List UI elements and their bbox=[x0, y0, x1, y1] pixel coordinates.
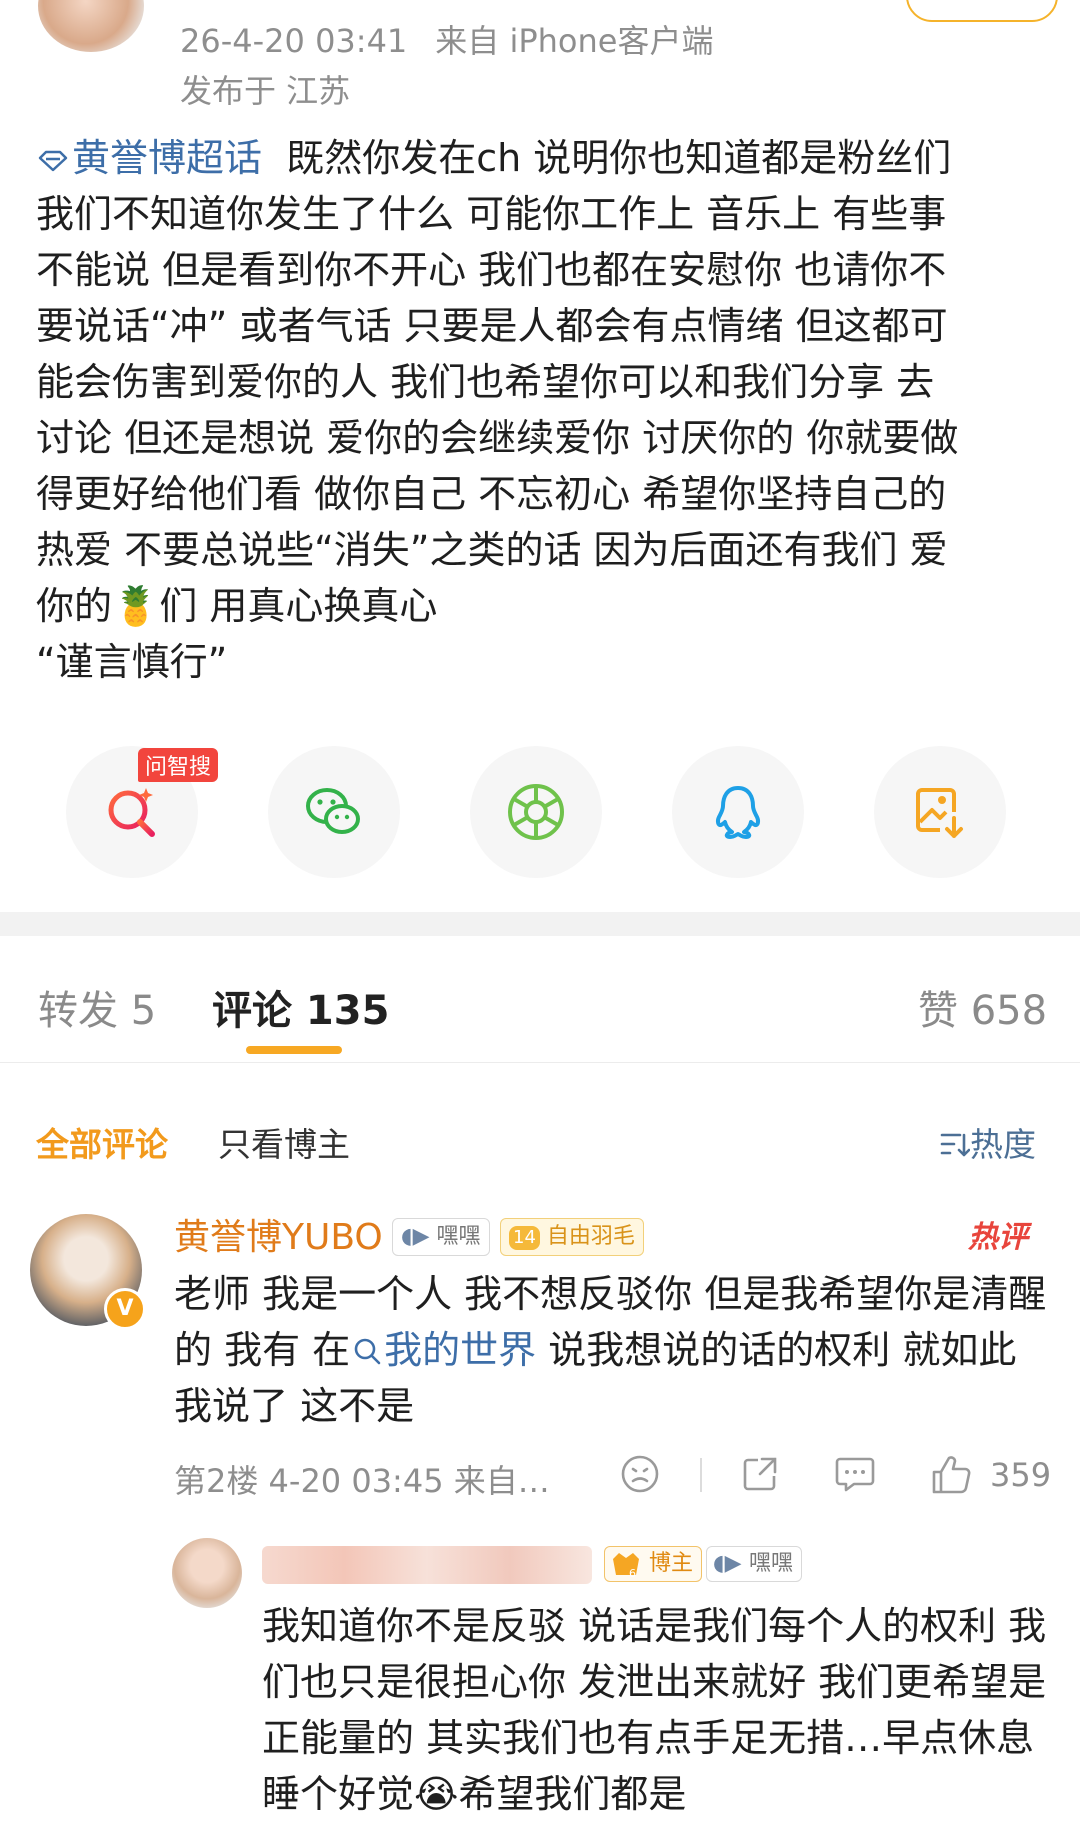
author-badge: 6 博主 bbox=[604, 1546, 703, 1582]
save-image-button[interactable] bbox=[874, 746, 1006, 878]
hot-comment-label: 热评 bbox=[968, 1220, 1028, 1255]
topic-name: 黄誉博超话 bbox=[72, 136, 263, 180]
post-line: 要说话“冲” 或者气话 只要是人都会有点情绪 但这都可 bbox=[36, 304, 948, 348]
replier-name-blurred[interactable] bbox=[262, 1546, 592, 1584]
fish-icon: ◖▶ bbox=[713, 1551, 742, 1576]
post-line: 讨论 但还是想说 爱你的会继续爱你 讨厌你的 你就要做 bbox=[36, 416, 959, 460]
filter-all-comments[interactable]: 全部评论 bbox=[36, 1118, 168, 1166]
post-line: 黄誉博超话 既然你发在ch 说明你也知道都是粉丝们 bbox=[36, 130, 1046, 186]
author-avatar[interactable] bbox=[38, 0, 144, 52]
author-badge-level: 6 bbox=[629, 1567, 636, 1580]
active-tab-indicator bbox=[246, 1046, 342, 1054]
tabs-divider bbox=[0, 1062, 1080, 1063]
comment-text: 老师 我是一个人 我不想反驳你 但是我希望你是清醒的 我有 在我的世界 说我想说… bbox=[174, 1266, 1054, 1434]
post-line: 能会伤害到爱你的人 我们也希望你可以和我们分享 去 bbox=[36, 360, 935, 404]
ai-search-icon bbox=[108, 788, 155, 837]
sort-button[interactable]: 热度 bbox=[940, 1118, 1036, 1166]
wechat-share-button[interactable] bbox=[268, 746, 400, 878]
follow-button[interactable] bbox=[906, 0, 1058, 22]
post-line: 你的🍍们 用真心换真心 bbox=[36, 584, 438, 628]
ai-search-badge: 问智搜 bbox=[138, 748, 219, 782]
reply-icon[interactable] bbox=[834, 1454, 876, 1494]
sort-label: 热度 bbox=[970, 1125, 1036, 1164]
search-icon bbox=[354, 1338, 381, 1365]
verified-badge: V bbox=[104, 1288, 146, 1330]
moments-icon bbox=[508, 784, 564, 840]
post-body: 黄誉博超话 既然你发在ch 说明你也知道都是粉丝们 我们不知道你发生了什么 可能… bbox=[36, 130, 1046, 690]
comment-meta: 第2楼 4-20 03:45 来自… bbox=[174, 1462, 550, 1500]
fan-badge-label: 嘿嘿 bbox=[436, 1224, 481, 1249]
reply-fan-badge-label: 嘿嘿 bbox=[749, 1551, 794, 1576]
level-number: 14 bbox=[509, 1226, 540, 1250]
post-location: 发布于 江苏 bbox=[180, 72, 351, 110]
replier-avatar[interactable] bbox=[172, 1538, 242, 1608]
post-meta: 26-4-20 03:41 来自 iPhone客户端 bbox=[180, 16, 713, 62]
qq-share-button[interactable] bbox=[672, 746, 804, 878]
post-line: 得更好给他们看 做你自己 不忘初心 希望你坚持自己的 bbox=[36, 472, 947, 516]
post-line: 不能说 但是看到你不开心 我们也都在安慰你 也请你不 bbox=[36, 248, 947, 292]
comment-link[interactable]: 我的世界 bbox=[350, 1328, 536, 1372]
emoji-react-icon[interactable] bbox=[620, 1454, 660, 1494]
comment-link-text: 我的世界 bbox=[384, 1328, 537, 1372]
moments-share-button[interactable] bbox=[470, 746, 602, 878]
supertopic-icon bbox=[38, 150, 68, 171]
qq-icon bbox=[715, 786, 761, 839]
like-count: 359 bbox=[990, 1456, 1052, 1494]
post-timestamp: 26-4-20 03:41 bbox=[180, 22, 408, 60]
fan-level-badge: 14 自由羽毛 bbox=[500, 1218, 644, 1256]
save-image-icon bbox=[916, 788, 963, 838]
fan-badge: ◖▶ 嘿嘿 bbox=[392, 1218, 490, 1256]
tab-reposts[interactable]: 转发 5 bbox=[38, 978, 156, 1036]
post-line: 我们不知道你发生了什么 可能你工作上 音乐上 有些事 bbox=[36, 192, 947, 236]
post-source: 来自 iPhone客户端 bbox=[435, 22, 714, 60]
share-comment-icon[interactable] bbox=[740, 1454, 780, 1494]
action-separator bbox=[700, 1458, 702, 1492]
post-line: 热爱 不要总说些“消失”之类的话 因为后面还有我们 爱 bbox=[36, 528, 948, 572]
post-line: “谨言慎行” bbox=[36, 640, 228, 684]
reply-text: 我知道你不是反驳 说话是我们每个人的权利 我们也只是很担心你 发泄出来就好 我们… bbox=[262, 1604, 1047, 1816]
wechat-icon bbox=[306, 788, 360, 834]
reply-fan-badge: ◖▶ 嘿嘿 bbox=[706, 1546, 803, 1582]
tab-likes[interactable]: 赞 658 bbox=[918, 978, 1047, 1036]
filter-author-only[interactable]: 只看博主 bbox=[218, 1118, 350, 1166]
topic-link[interactable]: 黄誉博超话 bbox=[36, 136, 262, 180]
author-badge-label: 博主 bbox=[649, 1551, 694, 1576]
like-icon[interactable] bbox=[930, 1454, 972, 1496]
sort-icon bbox=[940, 1133, 971, 1157]
post-line-text: 既然你发在ch 说明你也知道都是粉丝们 bbox=[286, 136, 952, 180]
section-divider bbox=[0, 912, 1080, 936]
fish-icon: ◖▶ bbox=[401, 1224, 430, 1249]
tab-comments[interactable]: 评论 135 bbox=[212, 978, 389, 1036]
crown-heart-icon: 6 bbox=[613, 1553, 639, 1580]
fan-level-label: 自由羽毛 bbox=[546, 1224, 635, 1249]
commenter-name[interactable]: 黄誉博YUBO bbox=[174, 1208, 383, 1260]
